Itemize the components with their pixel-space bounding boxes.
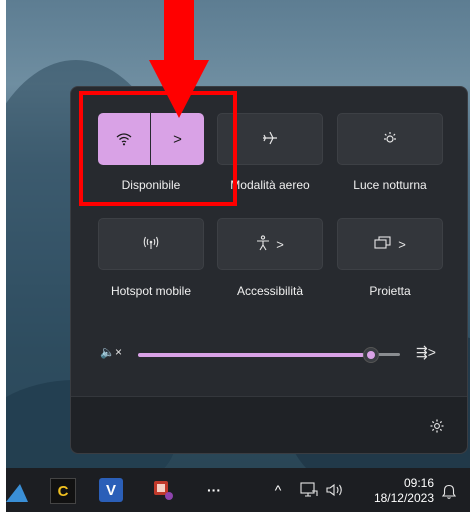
clock-time: 09:16 (403, 476, 434, 490)
project-label: Proietta (369, 284, 411, 298)
clock[interactable]: 09:16 18/12/2023 (362, 476, 434, 506)
project-tile[interactable]: > (337, 218, 443, 270)
more-icon[interactable]: ··· (202, 478, 226, 502)
mobile-hotspot-tile[interactable] (98, 218, 204, 270)
night-light-label: Luce notturna (353, 178, 427, 192)
accessibility-label: Accessibilità (236, 284, 304, 298)
quick-settings-footer (71, 396, 467, 453)
airplane-icon (261, 130, 279, 149)
volume-slider-track (378, 353, 400, 356)
visio-icon[interactable]: V (99, 478, 123, 502)
accessibility-tile[interactable]: > (217, 218, 323, 270)
night-light-tile[interactable] (337, 113, 443, 165)
audio-output-button[interactable]: ⇶> (416, 344, 436, 361)
accessibility-icon (256, 234, 270, 254)
speaker-muted-icon: 🔈× (100, 345, 122, 359)
audio-output-icon: ⇶> (416, 344, 436, 360)
chevron-up-icon: ^ (274, 482, 282, 498)
night-light-icon (382, 130, 398, 149)
hotspot-icon (142, 236, 160, 253)
clock-date: 18/12/2023 (373, 491, 434, 505)
volume-icon[interactable] (326, 483, 344, 502)
settings-button[interactable] (429, 418, 445, 439)
ccleaner-icon[interactable]: C (50, 478, 76, 504)
volume-mute-button[interactable]: 🔈× (100, 345, 122, 359)
chevron-right-icon: > (398, 236, 406, 252)
gear-icon (430, 419, 444, 433)
volume-slider-thumb[interactable] (363, 347, 379, 363)
notification-bell-icon[interactable] (441, 484, 457, 505)
chevron-right-icon: > (276, 236, 284, 252)
annotation-highlight-box (79, 91, 237, 206)
project-icon (374, 235, 392, 253)
network-icon[interactable] (300, 482, 318, 503)
show-hidden-icons-button[interactable]: ^ (266, 478, 290, 502)
snipping-tool-icon[interactable] (151, 478, 175, 502)
taskbar-widget-fragment (6, 478, 30, 506)
annotation-arrow-shaft (164, 0, 194, 62)
volume-slider-fill (138, 353, 364, 357)
